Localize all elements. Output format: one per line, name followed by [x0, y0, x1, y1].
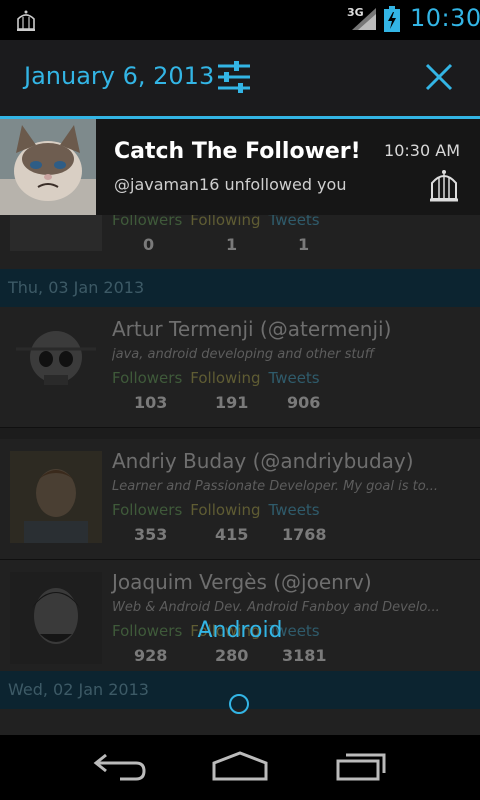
tweets-count: 1 [298, 235, 310, 254]
user-bio: Web & Android Dev. Android Fanboy and De… [112, 600, 440, 615]
birdcage-icon [17, 10, 35, 31]
followers-label: Followers [112, 215, 183, 229]
back-icon[interactable] [92, 749, 148, 783]
user-name: Joaquim Vergès (@joenrv) [112, 570, 372, 594]
followers-count: 0 [143, 235, 155, 254]
notification-title: Catch The Follower! [114, 139, 361, 164]
user-name: Artur Termenji (@atermenji) [112, 317, 392, 341]
navigation-bar [0, 735, 480, 800]
notification-time: 10:30 AM [384, 141, 460, 160]
followers-label: Followers [112, 369, 183, 387]
shade-carrier-label: Android [197, 618, 283, 643]
cat-avatar-image [0, 119, 96, 215]
status-bar: 3G 10:30 [0, 0, 480, 40]
following-label: Following [190, 501, 261, 519]
following-label: Following [190, 215, 261, 229]
list-item[interactable]: Artur Termenji (@atermenji) java, androi… [0, 307, 480, 428]
tweets-label: Tweets [268, 215, 320, 229]
followers-label: Followers [112, 501, 183, 519]
user-bio: Learner and Passionate Developer. My goa… [112, 479, 439, 494]
followers-count: 928 [134, 646, 168, 665]
sliders-icon[interactable] [216, 60, 252, 94]
recents-icon[interactable] [334, 749, 388, 783]
tweets-label: Tweets [268, 501, 320, 519]
tweets-label: Tweets [268, 369, 320, 387]
avatar [10, 319, 102, 411]
birdcage-icon [430, 170, 458, 202]
notification-card[interactable]: Catch The Follower! @javaman16 unfollowe… [0, 119, 480, 215]
list-item[interactable]: Andriy Buday (@andriybuday) Learner and … [0, 439, 480, 560]
avatar [10, 215, 102, 251]
close-icon[interactable] [424, 62, 454, 92]
user-bio: java, android developing and other stuff [112, 347, 375, 362]
notification-header: January 6, 2013 [0, 40, 480, 116]
following-count: 415 [215, 525, 249, 544]
follower-list: Followers Following Tweets 0 1 1 Thu, 03 J… [0, 215, 480, 735]
user-name: Andriy Buday (@andriybuday) [112, 449, 414, 473]
tweets-count: 3181 [282, 646, 327, 665]
home-icon[interactable] [210, 749, 270, 783]
section-header: Thu, 03 Jan 2013 [0, 269, 480, 307]
avatar [10, 451, 102, 543]
status-clock: 10:30 [410, 4, 480, 32]
tweets-count: 1768 [282, 525, 327, 544]
tweets-count: 906 [287, 393, 321, 412]
signal-icon [352, 8, 376, 30]
followers-count: 103 [134, 393, 168, 412]
date-label: January 6, 2013 [24, 62, 215, 90]
notification-message: @javaman16 unfollowed you [114, 175, 347, 194]
shade-drag-handle[interactable] [229, 694, 249, 714]
battery-charging-icon [384, 6, 400, 32]
following-label: Following [190, 369, 261, 387]
followers-count: 353 [134, 525, 168, 544]
following-count: 280 [215, 646, 249, 665]
following-count: 1 [226, 235, 238, 254]
list-item: Followers Following Tweets 0 1 1 [0, 215, 480, 270]
following-count: 191 [215, 393, 249, 412]
